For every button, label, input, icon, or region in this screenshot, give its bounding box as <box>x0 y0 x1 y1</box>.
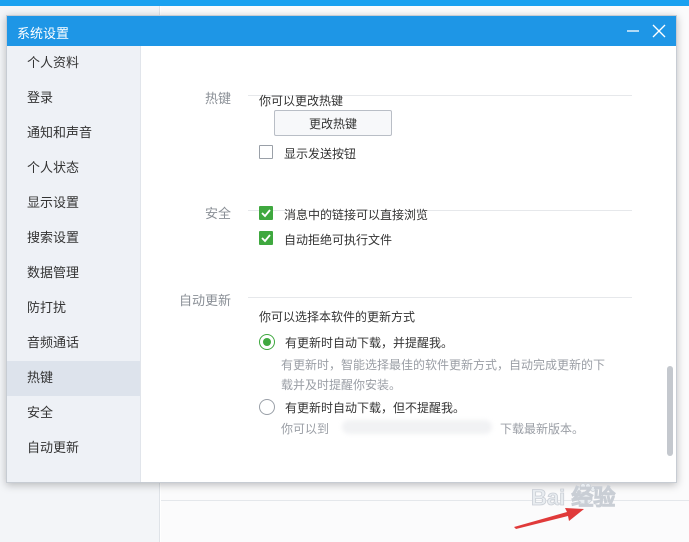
minimize-icon[interactable] <box>622 20 644 42</box>
dialog-title: 系统设置 <box>17 27 70 42</box>
check-icon <box>261 209 271 218</box>
update-section-label: 自动更新 <box>179 294 232 309</box>
update-silent-label: 有更新时自动下载，但不提醒我。 <box>285 401 466 415</box>
sidebar-item-search[interactable]: 搜索设置 <box>7 221 140 256</box>
sidebar-item-security[interactable]: 安全 <box>7 396 140 431</box>
sidebar-item-profile[interactable]: 个人资料 <box>7 46 140 81</box>
show-send-checkbox[interactable] <box>259 145 273 159</box>
security-section-label: 安全 <box>205 207 232 222</box>
reject-executable-checkbox[interactable] <box>259 231 273 245</box>
hotkey-description: 你可以更改热键 <box>259 94 344 108</box>
redacted-area <box>342 420 492 434</box>
settings-content: 热键 你可以更改热键 更改热键 显示发送按钮 安全 消息中的链接可以直接浏览 自… <box>142 46 676 482</box>
dialog-titlebar[interactable]: 系统设置 <box>7 16 676 46</box>
section-divider <box>248 297 632 298</box>
sidebar-item-audio-call[interactable]: 音频通话 <box>7 326 140 361</box>
sidebar-item-status[interactable]: 个人状态 <box>7 151 140 186</box>
update-silent-desc: 下载最新版本。 <box>500 422 585 436</box>
reject-executable-label: 自动拒绝可执行文件 <box>284 233 393 247</box>
sidebar-item-display[interactable]: 显示设置 <box>7 186 140 221</box>
settings-sidebar: 个人资料 登录 通知和声音 个人状态 显示设置 搜索设置 数据管理 防打扰 音频… <box>7 46 141 482</box>
settings-dialog: 系统设置 个人资料 登录 通知和声音 个人状态 显示设置 搜索设置 数据管理 防… <box>6 15 677 483</box>
update-description: 你可以选择本软件的更新方式 <box>259 310 416 324</box>
update-notify-desc: 载并及时提醒你安装。 <box>281 378 402 392</box>
sidebar-item-hotkeys[interactable]: 热键 <box>7 361 140 396</box>
sidebar-item-auto-update[interactable]: 自动更新 <box>7 431 140 466</box>
check-icon <box>261 234 271 243</box>
show-send-label: 显示发送按钮 <box>284 147 357 161</box>
sidebar-item-notifications[interactable]: 通知和声音 <box>7 116 140 151</box>
close-icon[interactable] <box>648 20 670 42</box>
update-notify-radio[interactable] <box>259 334 275 350</box>
sidebar-item-do-not-disturb[interactable]: 防打扰 <box>7 291 140 326</box>
sidebar-item-data[interactable]: 数据管理 <box>7 256 140 291</box>
update-silent-desc: 你可以到 <box>281 422 330 436</box>
update-notify-label: 有更新时自动下载，并提醒我。 <box>285 336 454 350</box>
update-silent-radio[interactable] <box>259 399 275 415</box>
link-browse-checkbox[interactable] <box>259 206 273 220</box>
hotkey-section-label: 热键 <box>205 92 232 107</box>
change-hotkey-button[interactable]: 更改热键 <box>274 110 392 136</box>
link-browse-label: 消息中的链接可以直接浏览 <box>284 208 429 222</box>
red-arrow-annotation <box>514 508 584 529</box>
update-notify-desc: 有更新时，智能选择最佳的软件更新方式，自动完成更新的下 <box>281 358 606 372</box>
content-scrollbar[interactable] <box>667 366 673 456</box>
sidebar-item-login[interactable]: 登录 <box>7 81 140 116</box>
